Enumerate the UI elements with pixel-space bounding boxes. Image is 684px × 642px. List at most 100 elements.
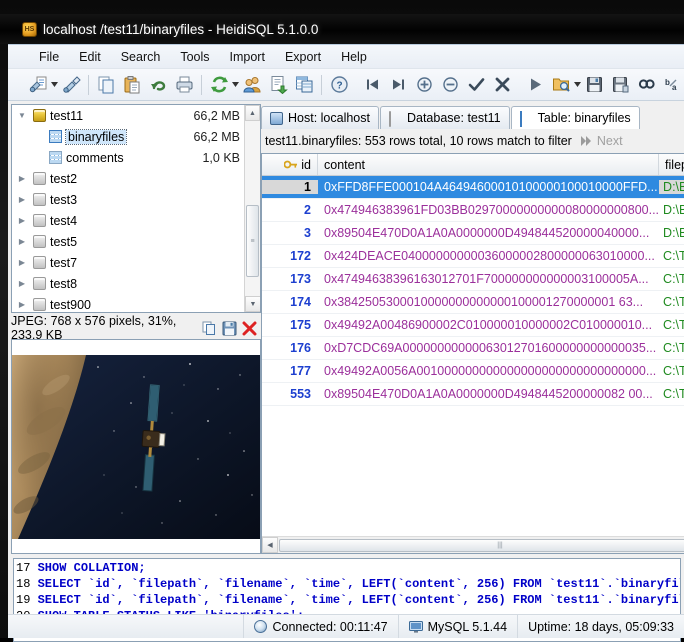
table-row[interactable]: 1 0xFFD8FFE000104A4649460001010000010001…	[262, 176, 684, 199]
cell-id[interactable]: 172	[262, 249, 318, 263]
cell-content[interactable]: 0x424DEACE040000000000360000028000000630…	[318, 249, 659, 263]
cell-filepath[interactable]: C:\TI	[659, 364, 684, 378]
table-row[interactable]: 3 0x89504E470D0A1A0A0000000D494844520000…	[262, 222, 684, 245]
connect-icon[interactable]	[58, 72, 84, 98]
table-row[interactable]: 172 0x424DEACE04000000000036000002800000…	[262, 245, 684, 268]
user-manager-icon[interactable]	[239, 72, 265, 98]
cell-content[interactable]: 0xFFD8FFE000104A464946000101000001000100…	[318, 180, 659, 194]
undo-icon[interactable]	[145, 72, 171, 98]
execute-query-icon[interactable]	[522, 72, 548, 98]
tree-vertical-scrollbar[interactable]: ▲ ≡ ▼	[244, 105, 260, 312]
tree-item-binaryfiles[interactable]: binaryfiles 66,2 MB	[12, 126, 260, 147]
delete-row-icon[interactable]	[437, 72, 463, 98]
grid-header-content[interactable]: content	[318, 154, 659, 175]
cell-id[interactable]: 553	[262, 387, 318, 401]
paste-icon[interactable]	[119, 72, 145, 98]
expand-arrow-icon[interactable]: ▶	[14, 300, 30, 309]
tree-item-comments[interactable]: comments 1,0 KB	[12, 147, 260, 168]
cell-content[interactable]: 0x38425053000100000000000001000012700000…	[318, 295, 659, 309]
grid-header-filepath[interactable]: filepa	[659, 154, 684, 175]
save-sql-icon[interactable]	[581, 72, 607, 98]
cell-content[interactable]: 0x474946383961FD03BB02970000000000080000…	[318, 203, 659, 217]
cell-filepath[interactable]: C:\TI	[659, 341, 684, 355]
scroll-left-button[interactable]: ◀	[262, 537, 278, 553]
expand-arrow-icon[interactable]: ▶	[14, 195, 30, 204]
cell-content[interactable]: 0x49492A00486900002C010000010000002C0100…	[318, 318, 659, 332]
session-manager-icon[interactable]	[25, 72, 51, 98]
clear-icon[interactable]	[242, 321, 257, 336]
cell-filepath[interactable]: D:\Bi	[659, 180, 684, 194]
cell-id[interactable]: 174	[262, 295, 318, 309]
grid-header-id[interactable]: id	[262, 154, 318, 175]
tree-item-test8[interactable]: ▶ test8	[12, 273, 260, 294]
refresh-dropdown-arrow[interactable]	[232, 72, 239, 98]
tree-scroll-thumb[interactable]: ≡	[246, 205, 259, 277]
load-sql-dropdown-arrow[interactable]	[574, 72, 581, 98]
grid-scroll-thumb[interactable]: |||	[279, 539, 684, 552]
copy-icon[interactable]	[202, 321, 217, 336]
table-tools-icon[interactable]	[291, 72, 317, 98]
import-textfile-icon[interactable]	[265, 72, 291, 98]
cell-filepath[interactable]: C:\TI	[659, 295, 684, 309]
expand-arrow-icon[interactable]: ▶	[14, 216, 30, 225]
cell-id[interactable]: 2	[262, 203, 318, 217]
scroll-up-button[interactable]: ▲	[245, 105, 260, 121]
table-row[interactable]: 553 0x89504E470D0A1A0A0000000D4948445200…	[262, 383, 684, 406]
collapse-arrow-icon[interactable]: ▼	[14, 111, 30, 120]
cell-filepath[interactable]: C:\TI	[659, 272, 684, 286]
cell-id[interactable]: 175	[262, 318, 318, 332]
expand-arrow-icon[interactable]: ▶	[14, 237, 30, 246]
menu-tools[interactable]: Tools	[171, 47, 218, 67]
tree-item-test4[interactable]: ▶ test4	[12, 210, 260, 231]
image-preview-stage[interactable]	[11, 339, 261, 554]
expand-arrow-icon[interactable]: ▶	[14, 258, 30, 267]
table-row[interactable]: 2 0x474946383961FD03BB029700000000000800…	[262, 199, 684, 222]
post-changes-icon[interactable]	[463, 72, 489, 98]
tab-table[interactable]: Table: binaryfiles	[511, 106, 640, 129]
cell-filepath[interactable]: D:\Bi	[659, 203, 684, 217]
last-row-icon[interactable]	[385, 72, 411, 98]
find-icon[interactable]	[633, 72, 659, 98]
expand-arrow-icon[interactable]: ▶	[14, 174, 30, 183]
cell-content[interactable]: 0xD7CDC69A000000000000630127016000000000…	[318, 341, 659, 355]
session-dropdown-arrow[interactable]	[51, 72, 58, 98]
menu-export[interactable]: Export	[276, 47, 330, 67]
table-row[interactable]: 174 0x3842505300010000000000000100001270…	[262, 291, 684, 314]
copy-icon[interactable]	[93, 72, 119, 98]
tab-database[interactable]: Database: test11	[380, 106, 510, 129]
table-row[interactable]: 177 0x49492A0056A00100000000000000000000…	[262, 360, 684, 383]
cell-content[interactable]: 0x49492A0056A001000000000000000000000000…	[318, 364, 659, 378]
help-icon[interactable]: ?	[326, 72, 352, 98]
cell-id[interactable]: 1	[262, 180, 318, 194]
cell-id[interactable]: 3	[262, 226, 318, 240]
table-row[interactable]: 173 0x47494638396163012701F7000000000000…	[262, 268, 684, 291]
cell-content[interactable]: 0x47494638396163012701F70000000000000310…	[318, 272, 659, 286]
cancel-changes-icon[interactable]	[489, 72, 515, 98]
tree-item-test900[interactable]: ▶ test900	[12, 294, 260, 313]
tree-item-test7[interactable]: ▶ test7	[12, 252, 260, 273]
expand-arrow-icon[interactable]: ▶	[14, 279, 30, 288]
tree-item-test2[interactable]: ▶ test2	[12, 168, 260, 189]
save-icon[interactable]	[222, 321, 237, 336]
replace-icon[interactable]: b a	[659, 72, 684, 98]
tab-host[interactable]: Host: localhost	[261, 106, 379, 129]
load-sql-icon[interactable]	[548, 72, 574, 98]
menu-edit[interactable]: Edit	[70, 47, 110, 67]
data-grid[interactable]: id content filepa 1 0xFFD8FFE000104A4649…	[261, 153, 684, 554]
menu-help[interactable]: Help	[332, 47, 376, 67]
tree-item-test5[interactable]: ▶ test5	[12, 231, 260, 252]
cell-id[interactable]: 177	[262, 364, 318, 378]
menu-file[interactable]: File	[30, 47, 68, 67]
cell-id[interactable]: 176	[262, 341, 318, 355]
grid-horizontal-scrollbar[interactable]: ◀ |||	[262, 536, 684, 553]
save-sql-as-icon[interactable]	[607, 72, 633, 98]
first-row-icon[interactable]	[359, 72, 385, 98]
refresh-icon[interactable]	[206, 72, 232, 98]
cell-content[interactable]: 0x89504E470D0A1A0A0000000D49484452000004…	[318, 226, 659, 240]
menu-import[interactable]: Import	[221, 47, 274, 67]
cell-content[interactable]: 0x89504E470D0A1A0A0000000D49484452000000…	[318, 387, 659, 401]
scroll-down-button[interactable]: ▼	[245, 296, 261, 312]
cell-filepath[interactable]: C:\TI	[659, 318, 684, 332]
cell-id[interactable]: 173	[262, 272, 318, 286]
tree-item-test3[interactable]: ▶ test3	[12, 189, 260, 210]
